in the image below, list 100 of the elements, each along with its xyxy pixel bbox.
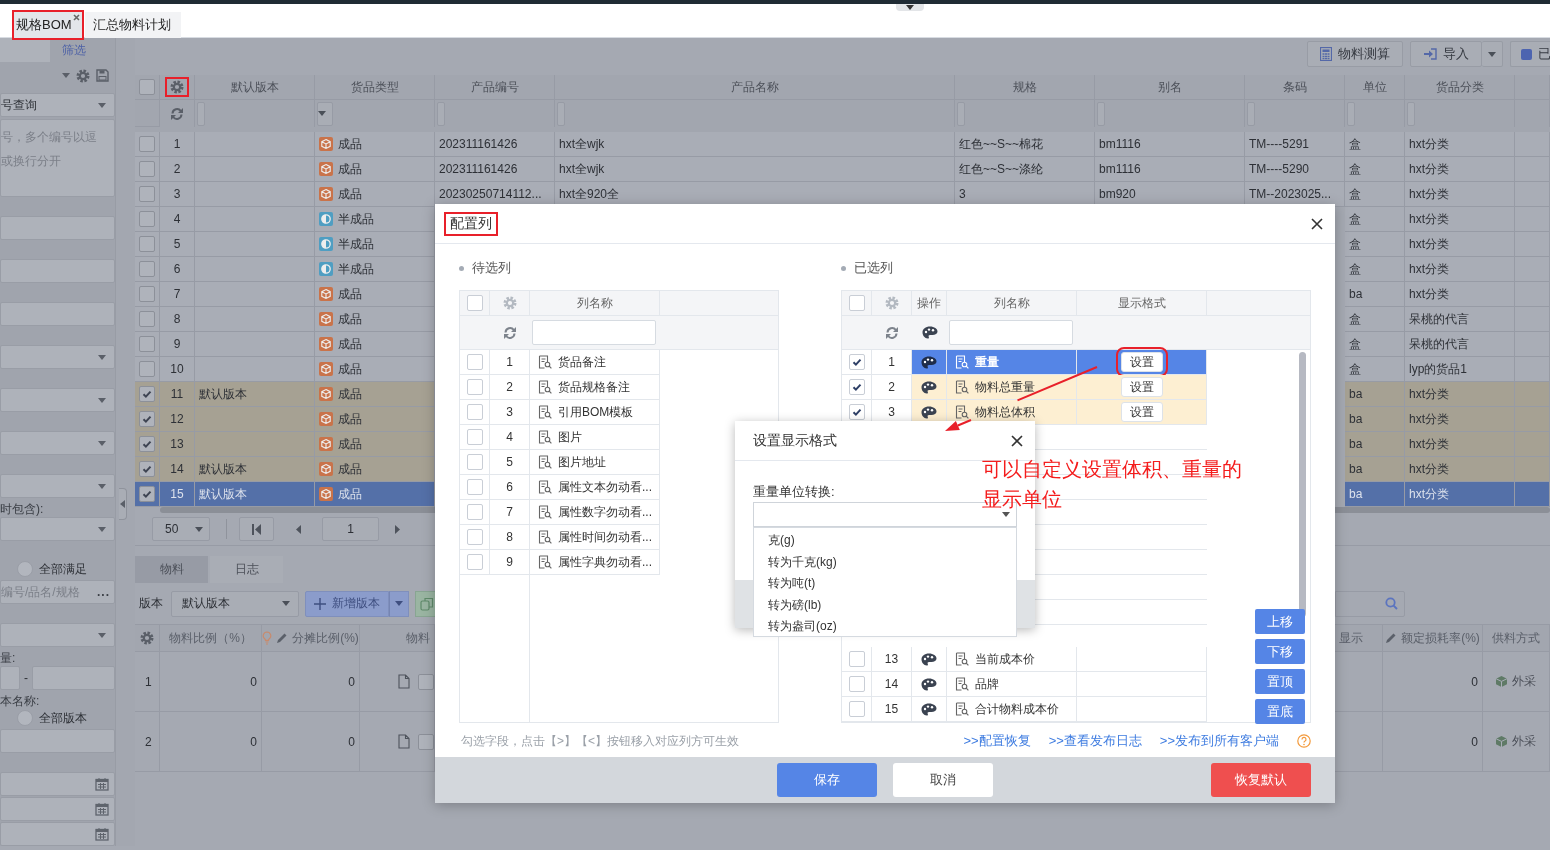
row-highlight[interactable]: 重量 设置 <box>912 350 1207 375</box>
row-highlight[interactable]: 品牌 <box>912 672 1207 697</box>
set-button[interactable]: 设置 <box>1120 377 1163 397</box>
table-row[interactable]: 7 成品 <box>135 282 435 307</box>
palette-icon[interactable] <box>921 652 937 666</box>
page-size-dropdown[interactable]: 50 <box>152 517 210 541</box>
filter-dropdown[interactable] <box>317 101 333 126</box>
more-button[interactable]: ... <box>97 585 110 599</box>
reset-button[interactable]: 恢复默认 <box>1211 763 1311 797</box>
checkbox[interactable] <box>466 479 483 495</box>
move-button[interactable]: 上移 <box>1255 609 1305 634</box>
dropdown-option[interactable]: 克(g) <box>754 530 1016 552</box>
table-row[interactable]: 1 成品 202311161426 hxt全wjk 红色~~S~~棉花 bm1116 TM----5291 盒 hxt分类 <box>135 132 1550 157</box>
table-row[interactable]: 盒 呆桃的代言 <box>1345 307 1550 332</box>
table-row[interactable]: 4 半成品 <box>135 207 435 232</box>
checkbox[interactable] <box>466 379 483 395</box>
date-field[interactable] <box>0 797 115 821</box>
checkbox[interactable] <box>466 295 483 311</box>
table-cell[interactable]: 属性字典勿动看... <box>558 553 652 571</box>
radio-button[interactable] <box>17 710 33 726</box>
checkbox[interactable] <box>139 361 155 377</box>
table-cell[interactable]: 属性数字勿动看... <box>558 503 652 521</box>
toolbar-button[interactable]: 已 <box>1510 41 1550 67</box>
checkbox[interactable] <box>466 529 483 545</box>
save-button[interactable]: 保存 <box>777 763 877 797</box>
palette-icon[interactable] <box>921 405 937 419</box>
table-cell[interactable]: 货品备注 <box>558 353 606 371</box>
close-icon[interactable] <box>1311 217 1323 230</box>
table-row[interactable]: 3 成品 20230250714112... hxt全920全 3 bm920 TM--2023025... 盒 hxt分类 <box>135 182 1550 207</box>
checkbox[interactable] <box>418 673 434 690</box>
next-icon[interactable] <box>394 524 400 534</box>
first-page-button[interactable] <box>239 517 274 541</box>
help-icon[interactable] <box>1297 734 1311 748</box>
link[interactable]: >>配置恢复 <box>963 732 1031 750</box>
checkbox[interactable] <box>466 554 483 570</box>
table-row[interactable]: 5 半成品 <box>135 232 435 257</box>
dropdown[interactable] <box>0 474 115 498</box>
dropdown-option[interactable]: 转为盎司(oz) <box>754 616 1016 638</box>
date-field[interactable] <box>0 772 115 796</box>
table-row[interactable]: ba hxt分类 <box>1345 407 1550 432</box>
caret-icon[interactable] <box>62 73 70 79</box>
collapse-handle[interactable] <box>896 4 924 11</box>
toolbar-button[interactable]: 导入 <box>1410 41 1482 67</box>
dropdown[interactable] <box>0 345 115 369</box>
table-cell[interactable]: 货品规格备注 <box>558 378 630 396</box>
table-row[interactable]: 15 默认版本 成品 <box>135 482 435 507</box>
table-cell[interactable]: 重量 <box>975 353 999 371</box>
checkbox[interactable] <box>139 186 155 202</box>
checkbox[interactable] <box>848 379 865 395</box>
table-row[interactable]: 8 成品 <box>135 307 435 332</box>
row-highlight[interactable]: 物料总重量 设置 <box>912 375 1207 400</box>
table-row[interactable]: ba hxt分类 <box>1345 382 1550 407</box>
settings-button[interactable] <box>167 79 187 95</box>
collapse-handle[interactable] <box>119 488 127 520</box>
checkbox[interactable] <box>139 486 155 502</box>
table-row[interactable]: 12 成品 <box>135 407 435 432</box>
table-row[interactable]: 10 成品 <box>135 357 435 382</box>
table-cell[interactable]: 引用BOM模板 <box>558 403 634 421</box>
palette-icon[interactable] <box>921 355 937 369</box>
table-row[interactable]: 13 成品 <box>135 432 435 457</box>
file-icon[interactable] <box>398 734 410 749</box>
table-row[interactable]: ba hxt分类 <box>1345 457 1550 482</box>
table-cell[interactable]: 图片 <box>558 428 582 446</box>
refresh-icon[interactable] <box>170 106 184 121</box>
calendar-icon[interactable] <box>95 827 109 841</box>
tab[interactable]: 规格BOM <box>14 12 82 38</box>
checkbox[interactable] <box>139 261 155 277</box>
checkbox[interactable] <box>466 454 483 470</box>
dropdown-option[interactable]: 转为千克(kg) <box>754 551 1016 573</box>
date-field[interactable] <box>0 822 115 846</box>
table-row[interactable]: 盒 hxt分类 <box>1345 232 1550 257</box>
checkbox[interactable] <box>848 651 865 667</box>
version-dropdown[interactable]: 默认版本 <box>171 590 299 617</box>
table-cell[interactable]: 属性文本勿动看... <box>558 478 652 496</box>
move-button[interactable]: 置底 <box>1255 699 1305 724</box>
dropdown[interactable] <box>0 623 115 647</box>
previous-icon[interactable] <box>295 524 301 534</box>
checkbox[interactable] <box>139 336 155 352</box>
table-row[interactable]: 9 成品 <box>135 332 435 357</box>
close-icon[interactable] <box>1011 434 1023 447</box>
file-icon[interactable] <box>398 674 410 689</box>
dropdown-button[interactable] <box>1482 41 1503 67</box>
row-highlight[interactable]: 物料总体积 设置 <box>912 400 1207 425</box>
table-row[interactable]: 14 默认版本 成品 <box>135 457 435 482</box>
checkbox[interactable] <box>139 236 155 252</box>
move-button[interactable]: 下移 <box>1255 639 1305 664</box>
checkbox[interactable] <box>466 429 483 445</box>
checkbox[interactable] <box>848 676 865 692</box>
cancel-button[interactable]: 取消 <box>893 763 993 797</box>
table-row[interactable]: 2 成品 202311161426 hxt全wjk 红色~~S~~涤纶 bm1116 TM----5290 盒 hxt分类 <box>135 157 1550 182</box>
table-row[interactable]: ba hxt分类 <box>1345 432 1550 457</box>
table-row[interactable]: ba hxt分类 <box>1345 482 1550 507</box>
checkbox[interactable] <box>139 286 155 302</box>
refresh-icon[interactable] <box>885 325 899 340</box>
checkbox[interactable] <box>418 733 434 750</box>
panel-tab[interactable] <box>0 38 50 62</box>
radio-button[interactable] <box>17 561 33 577</box>
table-cell[interactable]: 品牌 <box>975 675 999 693</box>
checkbox[interactable] <box>139 436 155 452</box>
refresh-icon[interactable] <box>503 325 517 340</box>
